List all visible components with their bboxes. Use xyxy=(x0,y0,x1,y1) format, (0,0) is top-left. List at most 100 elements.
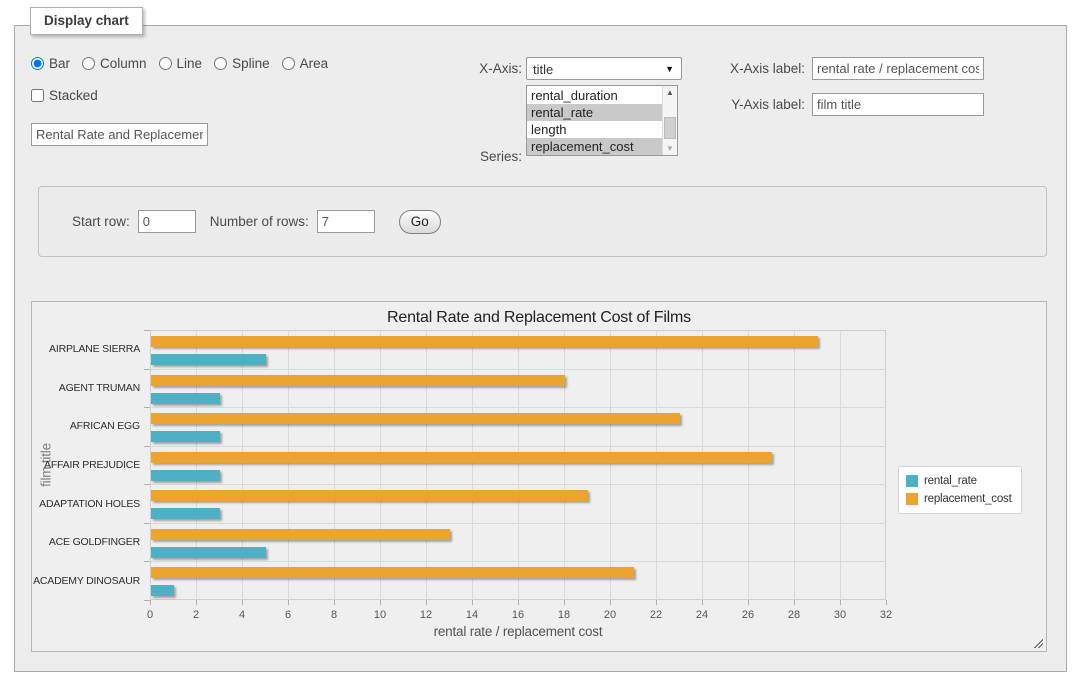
gridline-horizontal xyxy=(150,484,886,485)
series-scrollbar[interactable]: ▲ ▼ xyxy=(662,86,677,155)
y-tick-mark xyxy=(144,369,150,370)
y-tick-mark xyxy=(144,407,150,408)
gridline-vertical xyxy=(518,330,519,600)
chart-type-option-label: Bar xyxy=(49,56,70,71)
y-tick-mark xyxy=(144,484,150,485)
num-rows-input[interactable] xyxy=(317,210,375,233)
x-axis-select-value: title xyxy=(533,62,553,77)
y-axis-label-field-label: Y-Axis label: xyxy=(705,97,805,112)
bar-replacement_cost[interactable] xyxy=(151,375,565,386)
x-tick-mark xyxy=(610,600,611,605)
series-option-rental_rate[interactable]: rental_rate xyxy=(527,104,662,121)
legend-item-rental_rate[interactable]: rental_rate xyxy=(906,472,1012,490)
x-tick-mark xyxy=(288,600,289,605)
start-row-label: Start row: xyxy=(72,214,130,229)
gridline-vertical xyxy=(426,330,427,600)
legend-item-replacement_cost[interactable]: replacement_cost xyxy=(906,490,1012,508)
x-tick-mark xyxy=(886,600,887,605)
stacked-checkbox[interactable] xyxy=(31,89,44,102)
x-tick-label: 6 xyxy=(273,609,303,621)
bar-rental_rate[interactable] xyxy=(151,393,220,404)
series-option-length[interactable]: length xyxy=(527,121,662,138)
gridline-vertical xyxy=(196,330,197,600)
category-label: ADAPTATION HOLES xyxy=(32,498,140,510)
gridline-vertical xyxy=(288,330,289,600)
chart-type-option-area[interactable]: Area xyxy=(282,56,329,71)
x-axis-label-input[interactable] xyxy=(812,57,984,80)
bar-rental_rate[interactable] xyxy=(151,508,220,519)
x-tick-label: 16 xyxy=(503,609,533,621)
series-option-rental_duration[interactable]: rental_duration xyxy=(527,87,662,104)
chart-legend: rental_ratereplacement_cost xyxy=(898,466,1022,514)
series-options: rental_durationrental_ratelengthreplacem… xyxy=(527,87,662,155)
stacked-option[interactable]: Stacked xyxy=(31,88,98,103)
gridline-vertical xyxy=(610,330,611,600)
bar-rental_rate[interactable] xyxy=(151,470,220,481)
series-option-replacement_cost[interactable]: replacement_cost xyxy=(527,138,662,155)
radio-line[interactable] xyxy=(159,57,172,70)
bar-replacement_cost[interactable] xyxy=(151,529,450,540)
scroll-up-icon[interactable]: ▲ xyxy=(663,86,677,99)
radio-area[interactable] xyxy=(282,57,295,70)
x-tick-mark xyxy=(748,600,749,605)
bar-replacement_cost[interactable] xyxy=(151,452,772,463)
gridline-horizontal xyxy=(150,561,886,562)
chart-type-option-bar[interactable]: Bar xyxy=(31,56,70,71)
radio-column[interactable] xyxy=(82,57,95,70)
legend-swatch-icon xyxy=(906,493,918,505)
gridline-vertical xyxy=(472,330,473,600)
start-row-input[interactable] xyxy=(138,210,196,233)
x-tick-mark xyxy=(472,600,473,605)
gridline-vertical xyxy=(748,330,749,600)
gridline-vertical xyxy=(334,330,335,600)
x-tick-mark xyxy=(426,600,427,605)
go-button[interactable]: Go xyxy=(399,210,441,234)
x-tick-mark xyxy=(564,600,565,605)
chart-type-option-line[interactable]: Line xyxy=(159,56,203,71)
x-tick-label: 28 xyxy=(779,609,809,621)
display-chart-fieldset: Display chart BarColumnLineSplineArea St… xyxy=(14,25,1067,672)
gridline-vertical xyxy=(380,330,381,600)
x-tick-mark xyxy=(656,600,657,605)
scroll-down-icon[interactable]: ▼ xyxy=(663,142,677,155)
bar-replacement_cost[interactable] xyxy=(151,336,818,347)
x-tick-label: 4 xyxy=(227,609,257,621)
chart-type-radio-group: Bar Column Line Spline Area xyxy=(31,56,328,71)
y-axis-label-input[interactable] xyxy=(812,93,984,116)
x-tick-mark xyxy=(196,600,197,605)
bar-rental_rate[interactable] xyxy=(151,431,220,442)
radio-spline[interactable] xyxy=(214,57,227,70)
chart-title-input[interactable] xyxy=(31,123,208,146)
x-tick-label: 10 xyxy=(365,609,395,621)
bar-rental_rate[interactable] xyxy=(151,354,266,365)
bar-rental_rate[interactable] xyxy=(151,585,174,596)
bar-replacement_cost[interactable] xyxy=(151,413,680,424)
legend-swatch-icon xyxy=(906,475,918,487)
y-tick-mark xyxy=(144,330,150,331)
x-tick-label: 8 xyxy=(319,609,349,621)
y-tick-mark xyxy=(144,600,150,601)
x-tick-label: 32 xyxy=(871,609,901,621)
gridline-horizontal xyxy=(150,523,886,524)
gridline-vertical xyxy=(794,330,795,600)
gridline-vertical xyxy=(242,330,243,600)
rows-control-panel: Start row: Number of rows: Go xyxy=(38,186,1047,257)
gridline-vertical xyxy=(702,330,703,600)
category-label: AGENT TRUMAN xyxy=(32,382,140,394)
y-tick-mark xyxy=(144,561,150,562)
resize-handle-icon[interactable] xyxy=(1032,637,1043,648)
series-multiselect[interactable]: rental_durationrental_ratelengthreplacem… xyxy=(526,85,678,156)
bar-replacement_cost[interactable] xyxy=(151,490,588,501)
x-axis-select[interactable]: title ▼ xyxy=(526,57,682,80)
category-label: AIRPLANE SIERRA xyxy=(32,343,140,355)
scrollbar-thumb[interactable] xyxy=(664,117,676,139)
chart-type-option-column[interactable]: Column xyxy=(82,56,147,71)
x-tick-label: 26 xyxy=(733,609,763,621)
radio-bar[interactable] xyxy=(31,57,44,70)
bar-rental_rate[interactable] xyxy=(151,547,266,558)
chevron-down-icon: ▼ xyxy=(665,64,674,74)
bar-replacement_cost[interactable] xyxy=(151,567,634,578)
gridline-vertical xyxy=(656,330,657,600)
chart-type-option-spline[interactable]: Spline xyxy=(214,56,270,71)
x-tick-mark xyxy=(840,600,841,605)
